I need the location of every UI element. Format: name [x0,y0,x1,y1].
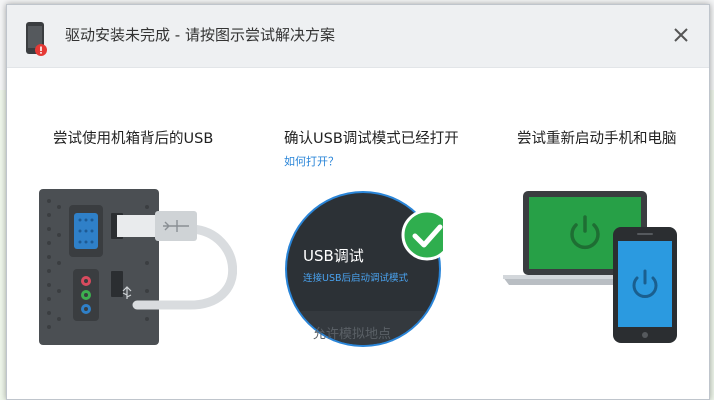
driver-install-dialog: 驱动安装未完成 - 请按图示尝试解决方案 尝试使用机箱背后的USB 确认USB调… [6,4,710,400]
step-title: 尝试重新启动手机和电脑 [517,131,677,147]
step-usb-debug: 确认USB调试模式已经打开 如何打开？ [284,127,484,169]
usb-debug-heading: USB调试 [303,247,364,265]
close-icon[interactable] [669,23,693,47]
usb-debug-illustration: USB调试 连接USB后启动调试模式 允许模拟地点 [283,189,443,349]
step-title: 尝试使用机箱背后的USB [53,131,214,147]
step-rear-usb: 尝试使用机箱背后的USB [53,127,253,148]
usb-debug-subtext: 连接USB后启动调试模式 [303,273,409,284]
pc-case-back-illustration [39,189,237,345]
step-restart: 尝试重新启动手机和电脑 [517,127,714,148]
dialog-titlebar: 驱动安装未完成 - 请按图示尝试解决方案 [7,5,709,68]
step-title: 确认USB调试模式已经打开 [284,131,459,147]
phone-alert-icon [26,22,47,56]
how-to-enable-link[interactable]: 如何打开？ [284,153,484,169]
dialog-title: 驱动安装未完成 - 请按图示尝试解决方案 [65,26,335,44]
check-icon [401,209,443,261]
laptop-phone-illustration [503,191,677,343]
mock-location-text: 允许模拟地点 [313,327,392,342]
